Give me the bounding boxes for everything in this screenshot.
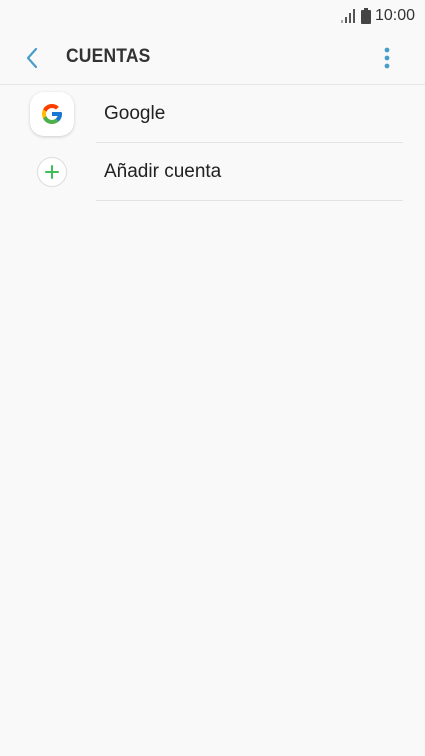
back-button[interactable] <box>18 44 46 72</box>
add-icon <box>37 157 67 187</box>
add-account-item[interactable]: Añadir cuenta <box>0 143 425 201</box>
account-item-label: Google <box>104 103 166 124</box>
status-bar: 10:00 <box>0 0 425 32</box>
more-options-button[interactable] <box>375 44 399 72</box>
item-icon-wrap <box>30 150 74 194</box>
signal-icon <box>340 9 355 23</box>
app-bar: CUENTAS <box>0 32 425 84</box>
accounts-screen: 10:00 CUENTAS Google Añadir cuenta <box>0 0 425 756</box>
item-divider <box>96 200 403 201</box>
back-arrow-icon <box>26 47 38 69</box>
page-title: CUENTAS <box>66 46 151 67</box>
more-vert-icon <box>384 47 390 69</box>
google-icon <box>30 92 74 136</box>
status-time: 10:00 <box>374 7 415 24</box>
account-item-google[interactable]: Google <box>0 85 425 143</box>
add-account-label: Añadir cuenta <box>104 161 222 182</box>
account-list: Google Añadir cuenta <box>0 85 425 201</box>
battery-icon <box>360 8 371 24</box>
item-icon-wrap <box>30 92 74 136</box>
